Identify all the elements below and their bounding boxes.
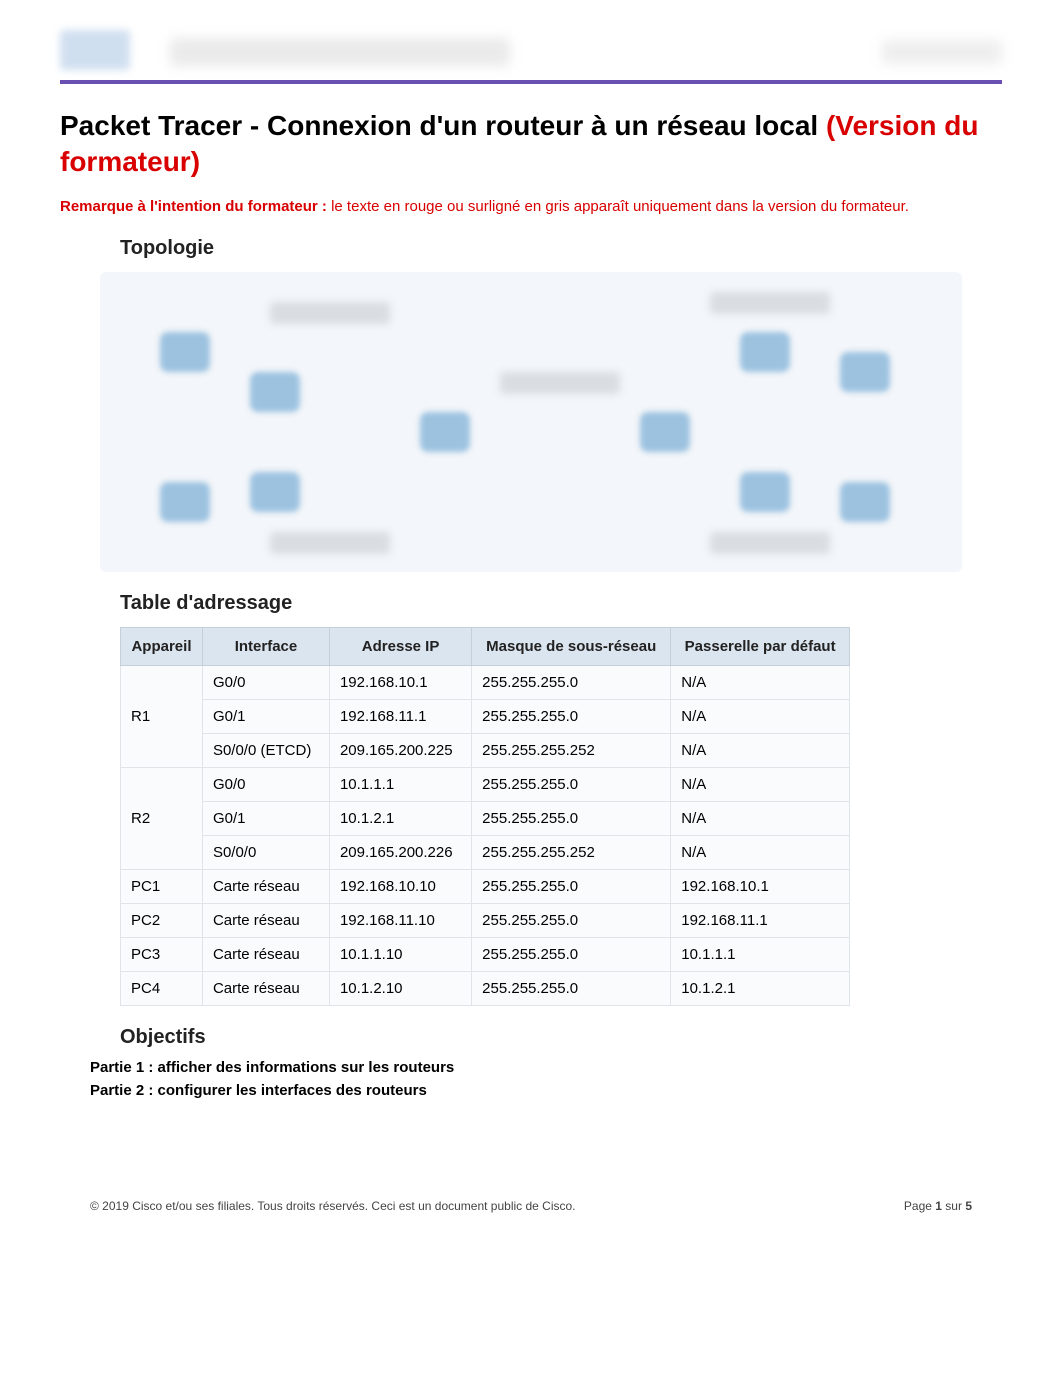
cell-interface: G0/0 bbox=[202, 767, 329, 801]
table-row: PC4 Carte réseau 10.1.2.10 255.255.255.0… bbox=[121, 971, 850, 1005]
col-device: Appareil bbox=[121, 627, 203, 665]
cell-interface: Carte réseau bbox=[202, 971, 329, 1005]
note-bold: Remarque à l'intention du formateur : bbox=[60, 198, 331, 215]
cell-interface: Carte réseau bbox=[202, 903, 329, 937]
footer-page-number: Page 1 sur 5 bbox=[904, 1199, 972, 1213]
cell-mask: 255.255.255.0 bbox=[472, 971, 671, 1005]
page-total: 5 bbox=[965, 1199, 972, 1213]
cell-interface: G0/1 bbox=[202, 699, 329, 733]
cell-gateway: N/A bbox=[671, 665, 850, 699]
cell-mask: 255.255.255.0 bbox=[472, 767, 671, 801]
table-row: G0/1 10.1.2.1 255.255.255.0 N/A bbox=[121, 801, 850, 835]
col-gateway: Passerelle par défaut bbox=[671, 627, 850, 665]
cell-mask: 255.255.255.0 bbox=[472, 699, 671, 733]
table-row: PC2 Carte réseau 192.168.11.10 255.255.2… bbox=[121, 903, 850, 937]
cell-ip: 209.165.200.225 bbox=[329, 733, 471, 767]
cell-mask: 255.255.255.0 bbox=[472, 869, 671, 903]
cell-ip: 10.1.1.10 bbox=[329, 937, 471, 971]
cell-interface: G0/1 bbox=[202, 801, 329, 835]
section-addressing-heading: Table d'adressage bbox=[120, 592, 1002, 615]
cell-interface: G0/0 bbox=[202, 665, 329, 699]
table-row: S0/0/0 (ETCD) 209.165.200.225 255.255.25… bbox=[121, 733, 850, 767]
cell-mask: 255.255.255.252 bbox=[472, 835, 671, 869]
cell-mask: 255.255.255.0 bbox=[472, 937, 671, 971]
footer-left: © 2019 Cisco et/ou ses filiales. Tous dr… bbox=[90, 1199, 576, 1213]
col-ip: Adresse IP bbox=[329, 627, 471, 665]
page-current: 1 bbox=[935, 1199, 942, 1213]
cell-device: PC3 bbox=[121, 937, 203, 971]
instructor-note: Remarque à l'intention du formateur : le… bbox=[60, 196, 1002, 217]
objective-line-2: Partie 2 : configurer les interfaces des… bbox=[90, 1082, 1002, 1099]
cell-ip: 10.1.1.1 bbox=[329, 767, 471, 801]
section-objectives-heading: Objectifs bbox=[120, 1026, 1002, 1049]
cell-mask: 255.255.255.0 bbox=[472, 903, 671, 937]
cell-gateway: 192.168.10.1 bbox=[671, 869, 850, 903]
table-row: S0/0/0 209.165.200.226 255.255.255.252 N… bbox=[121, 835, 850, 869]
table-row: PC1 Carte réseau 192.168.10.10 255.255.2… bbox=[121, 869, 850, 903]
cell-device: PC4 bbox=[121, 971, 203, 1005]
table-row: PC3 Carte réseau 10.1.1.10 255.255.255.0… bbox=[121, 937, 850, 971]
title-main: Packet Tracer - Connexion d'un routeur à… bbox=[60, 110, 826, 141]
table-row: R2 G0/0 10.1.1.1 255.255.255.0 N/A bbox=[121, 767, 850, 801]
document-page: Packet Tracer - Connexion d'un routeur à… bbox=[0, 0, 1062, 1253]
cell-device: R2 bbox=[121, 767, 203, 869]
cell-device: PC1 bbox=[121, 869, 203, 903]
cell-ip: 10.1.2.10 bbox=[329, 971, 471, 1005]
cell-ip: 10.1.2.1 bbox=[329, 801, 471, 835]
col-interface: Interface bbox=[202, 627, 329, 665]
cell-interface: Carte réseau bbox=[202, 937, 329, 971]
addressing-table: Appareil Interface Adresse IP Masque de … bbox=[120, 627, 850, 1006]
document-header bbox=[60, 30, 1002, 84]
cell-ip: 209.165.200.226 bbox=[329, 835, 471, 869]
page-footer: © 2019 Cisco et/ou ses filiales. Tous dr… bbox=[60, 1199, 1002, 1213]
table-header-row: Appareil Interface Adresse IP Masque de … bbox=[121, 627, 850, 665]
cell-gateway: N/A bbox=[671, 699, 850, 733]
cell-gateway: N/A bbox=[671, 733, 850, 767]
col-mask: Masque de sous-réseau bbox=[472, 627, 671, 665]
cell-ip: 192.168.11.10 bbox=[329, 903, 471, 937]
cell-gateway: 10.1.1.1 bbox=[671, 937, 850, 971]
table-row: R1 G0/0 192.168.10.1 255.255.255.0 N/A bbox=[121, 665, 850, 699]
cell-interface: S0/0/0 bbox=[202, 835, 329, 869]
cell-device: R1 bbox=[121, 665, 203, 767]
cell-gateway: N/A bbox=[671, 801, 850, 835]
topology-diagram bbox=[100, 272, 962, 572]
cell-gateway: N/A bbox=[671, 835, 850, 869]
cell-interface: S0/0/0 (ETCD) bbox=[202, 733, 329, 767]
objective-line-1: Partie 1 : afficher des informations sur… bbox=[90, 1059, 1002, 1076]
cell-device: PC2 bbox=[121, 903, 203, 937]
header-right-placeholder bbox=[882, 40, 1002, 64]
cell-mask: 255.255.255.0 bbox=[472, 801, 671, 835]
cell-gateway: 192.168.11.1 bbox=[671, 903, 850, 937]
table-row: G0/1 192.168.11.1 255.255.255.0 N/A bbox=[121, 699, 850, 733]
cell-mask: 255.255.255.252 bbox=[472, 733, 671, 767]
page-label-mid: sur bbox=[942, 1199, 965, 1213]
page-label-before: Page bbox=[904, 1199, 935, 1213]
cell-mask: 255.255.255.0 bbox=[472, 665, 671, 699]
section-topology-heading: Topologie bbox=[120, 237, 1002, 260]
cell-ip: 192.168.10.10 bbox=[329, 869, 471, 903]
cell-interface: Carte réseau bbox=[202, 869, 329, 903]
cell-gateway: 10.1.2.1 bbox=[671, 971, 850, 1005]
page-title: Packet Tracer - Connexion d'un routeur à… bbox=[60, 108, 1002, 181]
cell-ip: 192.168.11.1 bbox=[329, 699, 471, 733]
note-text: le texte en rouge ou surligné en gris ap… bbox=[331, 198, 909, 215]
cell-gateway: N/A bbox=[671, 767, 850, 801]
cell-ip: 192.168.10.1 bbox=[329, 665, 471, 699]
